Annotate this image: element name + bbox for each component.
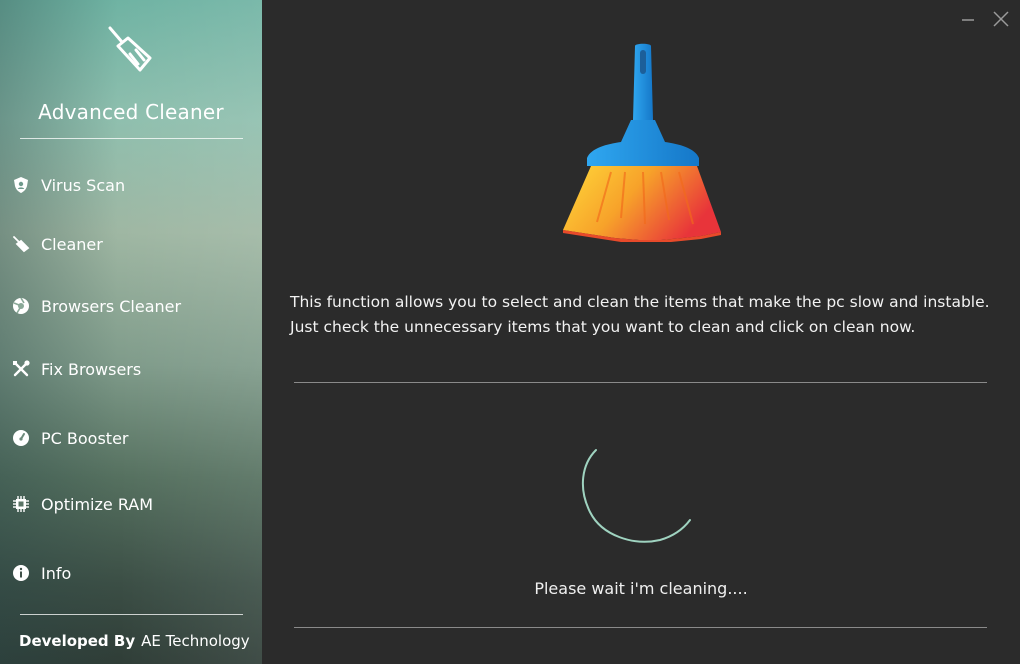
sidebar-item-optimize-ram[interactable]: Optimize RAM [0, 484, 262, 524]
cleaning-status-text: Please wait i'm cleaning.... [534, 579, 748, 598]
shield-icon [12, 176, 30, 194]
content-divider-bottom [294, 627, 987, 628]
broom-icon [108, 26, 152, 72]
sidebar-item-browsers-cleaner[interactable]: Browsers Cleaner [0, 286, 262, 326]
sidebar-item-label: Info [41, 563, 72, 583]
sidebar-item-virus-scan[interactable]: Virus Scan [0, 165, 262, 205]
sidebar-item-info[interactable]: Info [0, 553, 262, 593]
info-icon [12, 564, 30, 582]
sidebar-item-fix-browsers[interactable]: Fix Browsers [0, 349, 262, 389]
close-icon[interactable] [992, 10, 1010, 28]
minimize-icon[interactable] [959, 10, 977, 28]
tools-icon [12, 360, 30, 378]
developer-credit-prefix: Developed By [19, 632, 136, 650]
sidebar-item-label: Virus Scan [41, 175, 126, 195]
speedometer-icon [12, 429, 30, 447]
function-description: This function allows you to select and c… [290, 293, 990, 336]
sidebar-item-label: Fix Browsers [41, 359, 142, 379]
browser-globe-icon [12, 297, 30, 315]
loading-spinner-icon [581, 449, 691, 543]
sidebar-item-label: Cleaner [41, 234, 103, 254]
content-divider-top [294, 382, 987, 383]
developer-credit: Developed By AE Technology [19, 632, 250, 650]
ram-chip-icon [12, 495, 30, 513]
sidebar-item-label: Browsers Cleaner [41, 296, 182, 316]
sidebar-divider-top [20, 138, 243, 139]
broom-icon [12, 235, 30, 253]
main-panel: This function allows you to select and c… [262, 0, 1020, 664]
sidebar-item-label: Optimize RAM [41, 494, 154, 514]
developer-company: AE Technology [141, 632, 250, 650]
sidebar-item-pc-booster[interactable]: PC Booster [0, 418, 262, 458]
broom-icon [563, 43, 721, 242]
app-title: Advanced Cleaner [38, 100, 224, 124]
sidebar-item-label: PC Booster [41, 428, 129, 448]
sidebar: Advanced Cleaner Virus Scan Cleaner Brow… [0, 0, 262, 664]
sidebar-item-cleaner[interactable]: Cleaner [0, 224, 262, 264]
sidebar-divider-bottom [20, 614, 243, 615]
